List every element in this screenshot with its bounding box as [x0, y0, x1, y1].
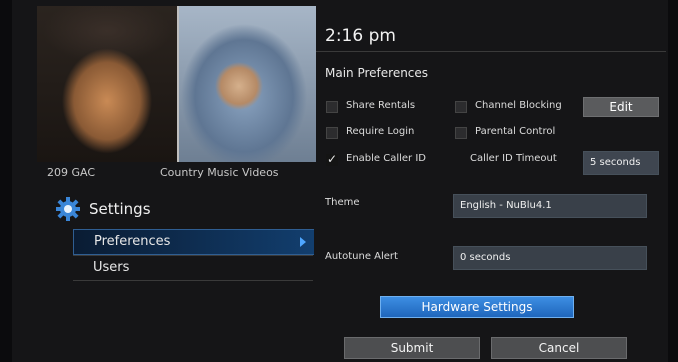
channel-info-bar: 209 GAC Country Music Videos	[37, 162, 316, 182]
live-tv-preview[interactable]	[37, 6, 316, 162]
checkbox-box[interactable]	[326, 101, 338, 113]
section-title: Main Preferences	[325, 66, 429, 80]
checkmark-icon[interactable]	[326, 152, 338, 166]
caller-id-timeout-label: Caller ID Timeout	[470, 153, 557, 164]
checkbox-label: Share Rentals	[346, 100, 416, 111]
program-title: Country Music Videos	[160, 166, 279, 179]
menu-item-users[interactable]: Users	[73, 256, 313, 280]
channel-name: GAC	[71, 166, 96, 179]
settings-title: Settings	[89, 200, 151, 218]
checkbox-label: Require Login	[346, 126, 415, 137]
cancel-button[interactable]: Cancel	[491, 337, 627, 359]
checkbox-box[interactable]	[455, 127, 467, 139]
video-frame-right	[179, 6, 316, 162]
submit-button[interactable]: Submit	[344, 337, 480, 359]
checkbox-box[interactable]	[455, 101, 467, 113]
autotune-alert-label: Autotune Alert	[325, 251, 398, 262]
menu-item-label: Preferences	[94, 234, 171, 249]
gear-icon	[56, 197, 80, 221]
edit-button[interactable]: Edit	[583, 97, 659, 117]
channel-number: 209	[47, 166, 68, 179]
menu-item-label: Users	[93, 260, 130, 275]
checkbox-label: Channel Blocking	[475, 100, 562, 111]
menu-divider	[73, 280, 313, 281]
checkbox-label: Parental Control	[475, 126, 556, 137]
theme-select[interactable]: English - NuBlu4.1	[453, 194, 647, 218]
checkbox-label: Enable Caller ID	[346, 153, 426, 164]
menu-item-preferences[interactable]: Preferences	[73, 229, 314, 255]
hardware-settings-button[interactable]: Hardware Settings	[380, 296, 574, 318]
autotune-alert-field[interactable]: 0 seconds	[453, 246, 647, 270]
theme-label: Theme	[325, 197, 360, 208]
caller-id-timeout-field[interactable]: 5 seconds	[583, 151, 659, 175]
channel-number-and-name: 209 GAC	[47, 166, 95, 179]
header-divider	[316, 51, 666, 52]
clock: 2:16 pm	[325, 26, 396, 46]
checkbox-box[interactable]	[326, 127, 338, 139]
video-frame-left	[37, 6, 177, 162]
